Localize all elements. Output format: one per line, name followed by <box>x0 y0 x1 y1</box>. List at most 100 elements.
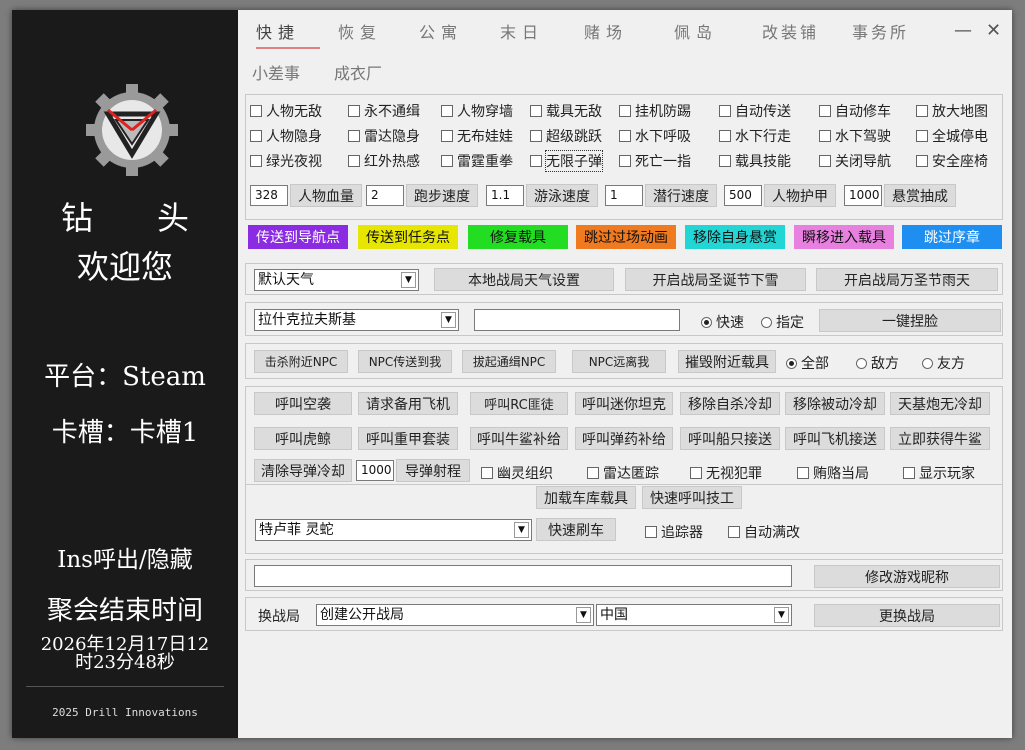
call-ammo-button[interactable]: 呼叫弹药补给 <box>575 427 673 450</box>
checkbox-auto-repair[interactable]: 自动修车 <box>819 101 891 121</box>
checkbox-auto-teleport[interactable]: 自动传送 <box>719 101 791 121</box>
checkbox-thermal[interactable]: 红外热感 <box>348 151 420 171</box>
npc-away-button[interactable]: NPC远离我 <box>572 350 666 373</box>
get-bullshark-button[interactable]: 立即获得牛鲨 <box>890 427 990 450</box>
checkbox-safety-seat[interactable]: 安全座椅 <box>916 151 988 171</box>
change-session-button[interactable]: 更换战局 <box>814 604 1000 627</box>
tab-cayo[interactable]: 佩岛 <box>674 19 718 43</box>
halloween-rain-button[interactable]: 开启战局万圣节雨天 <box>816 268 998 291</box>
checkbox-city-blackout[interactable]: 全城停电 <box>916 126 988 146</box>
checkbox-show-players[interactable]: 显示玩家 <box>903 463 975 483</box>
checkbox-tracker[interactable]: 追踪器 <box>645 522 703 542</box>
destroy-vehicles-button[interactable]: 摧毁附近载具 <box>678 350 776 373</box>
checkbox-disable-nav[interactable]: 关闭导航 <box>819 151 891 171</box>
tab-casino[interactable]: 赌场 <box>584 19 628 43</box>
checkbox-thunder-punch[interactable]: 雷霆重拳 <box>441 151 513 171</box>
missile-range-input[interactable]: 1000 <box>356 460 394 481</box>
tab-quick[interactable]: 快捷 <box>256 19 300 43</box>
bounty-input[interactable]: 1000 <box>844 185 882 206</box>
call-plane-pickup-button[interactable]: 呼叫飞机接送 <box>785 427 885 450</box>
local-weather-button[interactable]: 本地战局天气设置 <box>434 268 614 291</box>
checkbox-auto-max-mod[interactable]: 自动满改 <box>728 522 800 542</box>
call-mechanic-button[interactable]: 快速呼叫技工 <box>642 486 742 509</box>
set-armor-button[interactable]: 人物护甲 <box>764 184 836 207</box>
health-input[interactable]: 328 <box>250 185 288 206</box>
remove-suicide-cd-button[interactable]: 移除自杀冷却 <box>680 392 780 415</box>
change-nickname-button[interactable]: 修改游戏昵称 <box>814 565 1000 588</box>
radio-friendly[interactable]: 友方 <box>922 353 965 373</box>
checkbox-underwater-walk[interactable]: 水下行走 <box>719 126 791 146</box>
call-airstrike-button[interactable]: 呼叫空袭 <box>254 392 352 415</box>
load-garage-vehicle-button[interactable]: 加载车库载具 <box>536 486 636 509</box>
orbital-no-cd-button[interactable]: 天基炮无冷却 <box>890 392 990 415</box>
tab-recovery[interactable]: 恢复 <box>338 19 382 43</box>
region-select[interactable]: 中国 ▼ <box>596 604 792 626</box>
set-run-speed-button[interactable]: 跑步速度 <box>406 184 478 207</box>
call-kosatka-button[interactable]: 呼叫虎鲸 <box>254 427 352 450</box>
radio-fast[interactable]: 快速 <box>701 312 744 332</box>
call-mini-tank-button[interactable]: 呼叫迷你坦克 <box>575 392 673 415</box>
kill-nearby-npc-button[interactable]: 击杀附近NPC <box>254 350 348 373</box>
checkbox-vehicle-god[interactable]: 载具无敌 <box>530 101 602 121</box>
christmas-snow-button[interactable]: 开启战局圣诞节下雪 <box>625 268 806 291</box>
vehicle-select[interactable]: 特卢菲 灵蛇 ▼ <box>255 519 532 541</box>
checkbox-invisible[interactable]: 人物隐身 <box>250 126 322 146</box>
checkbox-bribe-authorities[interactable]: 贿赂当局 <box>797 463 869 483</box>
skip-cutscene-button[interactable]: 跳过过场动画 <box>576 225 676 249</box>
run-speed-input[interactable]: 2 <box>366 185 404 206</box>
tab-garment-factory[interactable]: 成衣厂 <box>334 60 382 84</box>
uproot-wanted-npc-button[interactable]: 拔起通缉NPC <box>462 350 556 373</box>
location-input[interactable] <box>474 309 680 331</box>
set-stealth-speed-button[interactable]: 潜行速度 <box>645 184 717 207</box>
armor-input[interactable]: 500 <box>724 185 762 206</box>
call-rc-bandito-button[interactable]: 呼叫RC匪徒 <box>470 392 568 415</box>
set-bounty-button[interactable]: 悬赏抽成 <box>884 184 956 207</box>
checkbox-noclip[interactable]: 人物穿墙 <box>441 101 513 121</box>
skip-prologue-button[interactable]: 跳过序章 <box>902 225 1002 249</box>
checkbox-underwater-drive[interactable]: 水下驾驶 <box>819 126 891 146</box>
checkbox-ignore-crime[interactable]: 无视犯罪 <box>690 463 762 483</box>
nickname-input[interactable] <box>254 565 792 587</box>
tab-agency[interactable]: 事务所 <box>852 19 909 43</box>
location-select[interactable]: 拉什克拉夫斯基 ▼ <box>254 309 459 331</box>
one-click-face-button[interactable]: 一键捏脸 <box>819 309 1001 332</box>
remove-bounty-button[interactable]: 移除自身悬赏 <box>685 225 785 249</box>
checkbox-ghost-org[interactable]: 幽灵组织 <box>481 463 553 483</box>
remove-passive-cd-button[interactable]: 移除被动冷却 <box>785 392 885 415</box>
radio-all[interactable]: 全部 <box>786 353 829 373</box>
warp-into-vehicle-button[interactable]: 瞬移进入载具 <box>794 225 894 249</box>
tp-waypoint-button[interactable]: 传送到导航点 <box>248 225 348 249</box>
minimize-button[interactable]: — <box>954 20 972 41</box>
request-plane-button[interactable]: 请求备用飞机 <box>358 392 458 415</box>
checkbox-infinite-ammo[interactable]: 无限子弹 <box>530 150 603 172</box>
weather-select[interactable]: 默认天气 ▼ <box>254 269 419 291</box>
missile-range-button[interactable]: 导弹射程 <box>396 459 470 482</box>
call-bullshark-button[interactable]: 呼叫牛鲨补给 <box>470 427 568 450</box>
tab-doomsday[interactable]: 末日 <box>500 19 544 43</box>
tab-mod-shop[interactable]: 改装铺 <box>762 19 819 43</box>
session-type-select[interactable]: 创建公开战局 ▼ <box>316 604 594 626</box>
stealth-speed-input[interactable]: 1 <box>605 185 643 206</box>
checkbox-night-vision[interactable]: 绿光夜视 <box>250 151 322 171</box>
swim-speed-input[interactable]: 1.1 <box>486 185 524 206</box>
checkbox-never-wanted[interactable]: 永不通缉 <box>348 101 420 121</box>
clear-missile-cd-button[interactable]: 清除导弹冷却 <box>254 459 352 482</box>
set-health-button[interactable]: 人物血量 <box>290 184 362 207</box>
checkbox-enlarge-map[interactable]: 放大地图 <box>916 101 988 121</box>
quick-spawn-button[interactable]: 快速刷车 <box>536 518 616 541</box>
close-button[interactable]: ✕ <box>986 20 1001 41</box>
checkbox-vehicle-skills[interactable]: 载具技能 <box>719 151 791 171</box>
radio-enemy[interactable]: 敌方 <box>856 353 899 373</box>
checkbox-god-mode[interactable]: 人物无敌 <box>250 101 322 121</box>
tp-mission-button[interactable]: 传送到任务点 <box>358 225 458 249</box>
checkbox-radar-stealth[interactable]: 雷达匿踪 <box>587 463 659 483</box>
set-swim-speed-button[interactable]: 游泳速度 <box>526 184 598 207</box>
call-armor-button[interactable]: 呼叫重甲套装 <box>358 427 458 450</box>
npc-tp-to-me-button[interactable]: NPC传送到我 <box>358 350 452 373</box>
radio-specific[interactable]: 指定 <box>761 312 804 332</box>
repair-vehicle-button[interactable]: 修复载具 <box>468 225 568 249</box>
checkbox-no-ragdoll[interactable]: 无布娃娃 <box>441 126 513 146</box>
checkbox-anti-afk[interactable]: 挂机防踢 <box>619 101 691 121</box>
tab-odd-jobs[interactable]: 小差事 <box>252 60 300 84</box>
call-boat-button[interactable]: 呼叫船只接送 <box>680 427 780 450</box>
